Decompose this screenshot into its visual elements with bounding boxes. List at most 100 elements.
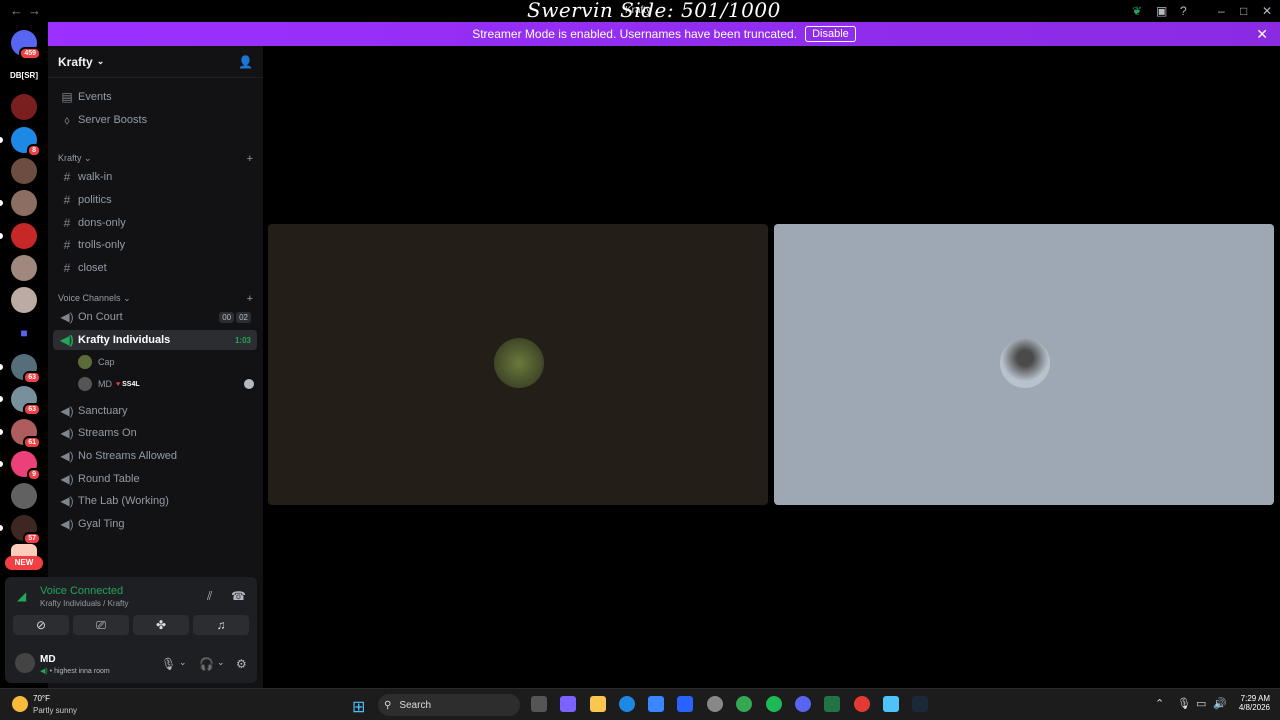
- task-view-icon[interactable]: [531, 696, 547, 712]
- microphone-icon[interactable]: 🎙: [161, 657, 176, 671]
- add-channel-icon[interactable]: +: [247, 153, 253, 165]
- headphones-icon[interactable]: 🎧: [199, 657, 214, 671]
- events-item[interactable]: ▤ Events: [53, 87, 257, 107]
- close-banner-icon[interactable]: ✕: [1256, 26, 1268, 43]
- voice-channel-no-streams[interactable]: ◀) No Streams Allowed: [53, 446, 257, 466]
- participant-tile[interactable]: [268, 224, 768, 505]
- settings-gear-icon[interactable]: ⚙: [236, 657, 247, 671]
- disable-button[interactable]: Disable: [805, 26, 856, 42]
- chevron-up-icon[interactable]: ⌃: [1155, 697, 1164, 710]
- avatar[interactable]: [15, 653, 35, 673]
- voice-channel-the-lab[interactable]: ◀) The Lab (Working): [53, 491, 257, 511]
- server-icon[interactable]: [11, 158, 37, 184]
- volume-icon[interactable]: 🔊: [1213, 697, 1227, 710]
- inbox-icon[interactable]: ▣: [1156, 4, 1167, 18]
- server-icon[interactable]: 63: [11, 386, 41, 416]
- store-icon[interactable]: [648, 696, 664, 712]
- direct-messages-button[interactable]: 459: [11, 30, 41, 60]
- invite-icon[interactable]: 👤: [238, 55, 253, 69]
- server-dbsr[interactable]: DB[SR]: [4, 71, 44, 80]
- unread-pill: [0, 233, 3, 239]
- voice-location[interactable]: Krafty Individuals / Krafty: [40, 599, 128, 608]
- weather-condition[interactable]: Partly sunny: [33, 706, 77, 715]
- hash-icon: #: [63, 193, 71, 207]
- chevron-down-icon[interactable]: ⌄: [217, 657, 225, 668]
- category-voice-channels[interactable]: Voice Channels ⌄ +: [58, 293, 253, 305]
- voice-channel-krafty-individuals[interactable]: ◀) Krafty Individuals 1:03: [53, 330, 257, 350]
- minimize-icon[interactable]: –: [1218, 4, 1225, 18]
- voice-status[interactable]: Voice Connected: [40, 585, 123, 597]
- hash-icon: #: [63, 261, 71, 275]
- notepad-icon[interactable]: [883, 696, 899, 712]
- voice-channel-gyal-ting[interactable]: ◀) Gyal Ting: [53, 514, 257, 534]
- voice-channel-sanctuary[interactable]: ◀) Sanctuary: [53, 401, 257, 421]
- chrome-icon[interactable]: [736, 696, 752, 712]
- forward-arrow-icon[interactable]: →: [28, 3, 41, 18]
- channel-label: No Streams Allowed: [78, 450, 178, 462]
- microphone-icon[interactable]: 🎙: [1177, 697, 1191, 710]
- channel-dons-only[interactable]: # dons-only: [53, 213, 257, 233]
- channel-trolls-only[interactable]: # trolls-only: [53, 235, 257, 255]
- opera-icon[interactable]: [854, 696, 870, 712]
- network-icon[interactable]: ▭: [1196, 697, 1206, 710]
- channel-politics[interactable]: # politics: [53, 190, 257, 210]
- screen-share-icon[interactable]: ⎚: [73, 615, 129, 635]
- close-window-icon[interactable]: ✕: [1262, 4, 1272, 18]
- clock[interactable]: 7:29 AM 4/8/2026: [1230, 694, 1270, 712]
- channel-label: walk-in: [78, 171, 113, 183]
- channel-walk-in[interactable]: # walk-in: [53, 167, 257, 187]
- channel-closet[interactable]: # closet: [53, 258, 257, 278]
- help-icon[interactable]: ?: [1180, 4, 1187, 18]
- voice-channel-round-table[interactable]: ◀) Round Table: [53, 469, 257, 489]
- signal-icon[interactable]: ◢: [17, 589, 26, 603]
- weather-icon[interactable]: [12, 696, 28, 712]
- spotify-icon[interactable]: [766, 696, 782, 712]
- edge-icon[interactable]: [619, 696, 635, 712]
- category-krafty[interactable]: Krafty ⌄ +: [58, 153, 253, 165]
- server-icon[interactable]: 9: [11, 451, 41, 481]
- camera-off-icon[interactable]: ⊘: [13, 615, 69, 635]
- steam-icon[interactable]: [912, 696, 928, 712]
- weather-temp[interactable]: 70°F: [33, 694, 50, 703]
- server-icon[interactable]: [11, 483, 37, 509]
- soundboard-icon[interactable]: ♫: [193, 615, 249, 635]
- server-icon[interactable]: [11, 94, 37, 120]
- user-name[interactable]: MD: [40, 654, 56, 665]
- discord-icon[interactable]: [795, 696, 811, 712]
- server-icon[interactable]: [11, 190, 37, 216]
- server-icon[interactable]: 63: [11, 354, 41, 384]
- leaf-icon[interactable]: ❦: [1132, 4, 1142, 18]
- server-icon[interactable]: 8: [11, 127, 41, 157]
- mail-icon[interactable]: [677, 696, 693, 712]
- maximize-icon[interactable]: □: [1240, 4, 1247, 18]
- activities-icon[interactable]: ✤: [133, 615, 189, 635]
- server-icon[interactable]: 61: [11, 419, 41, 449]
- server-header[interactable]: Krafty ⌄ 👤: [48, 46, 263, 78]
- server-boosts-item[interactable]: ⬨ Server Boosts: [53, 110, 257, 130]
- app-icon[interactable]: [707, 696, 723, 712]
- server-icon[interactable]: 57: [11, 515, 41, 545]
- disconnect-icon[interactable]: ☎: [231, 589, 246, 603]
- taskbar-search[interactable]: ⚲ Search: [378, 694, 520, 716]
- server-icon[interactable]: [11, 223, 37, 249]
- file-explorer-icon[interactable]: [590, 696, 606, 712]
- noise-suppression-icon[interactable]: ⫽: [207, 589, 212, 604]
- server-icon[interactable]: [11, 287, 37, 313]
- participant-tile[interactable]: [774, 224, 1274, 505]
- avatar: [1000, 338, 1050, 388]
- boost-icon: ⬨: [64, 112, 70, 127]
- avatar: [78, 377, 92, 391]
- server-icon[interactable]: [11, 255, 37, 281]
- start-button-icon[interactable]: ⊞: [352, 697, 365, 717]
- excel-icon[interactable]: [824, 696, 840, 712]
- add-channel-icon[interactable]: +: [247, 293, 253, 305]
- voice-channel-on-court[interactable]: ◀) On Court 00 02: [53, 307, 257, 327]
- server-icon[interactable]: [11, 544, 37, 556]
- voice-channel-streams-on[interactable]: ◀) Streams On: [53, 423, 257, 443]
- folder-icon[interactable]: ■: [11, 320, 37, 346]
- voice-member-md[interactable]: MD ♥ SS4L: [78, 375, 258, 393]
- chevron-down-icon[interactable]: ⌄: [179, 657, 187, 668]
- voice-member-cap[interactable]: Cap: [78, 353, 258, 371]
- back-arrow-icon[interactable]: ←: [10, 3, 23, 18]
- copilot-icon[interactable]: [560, 696, 576, 712]
